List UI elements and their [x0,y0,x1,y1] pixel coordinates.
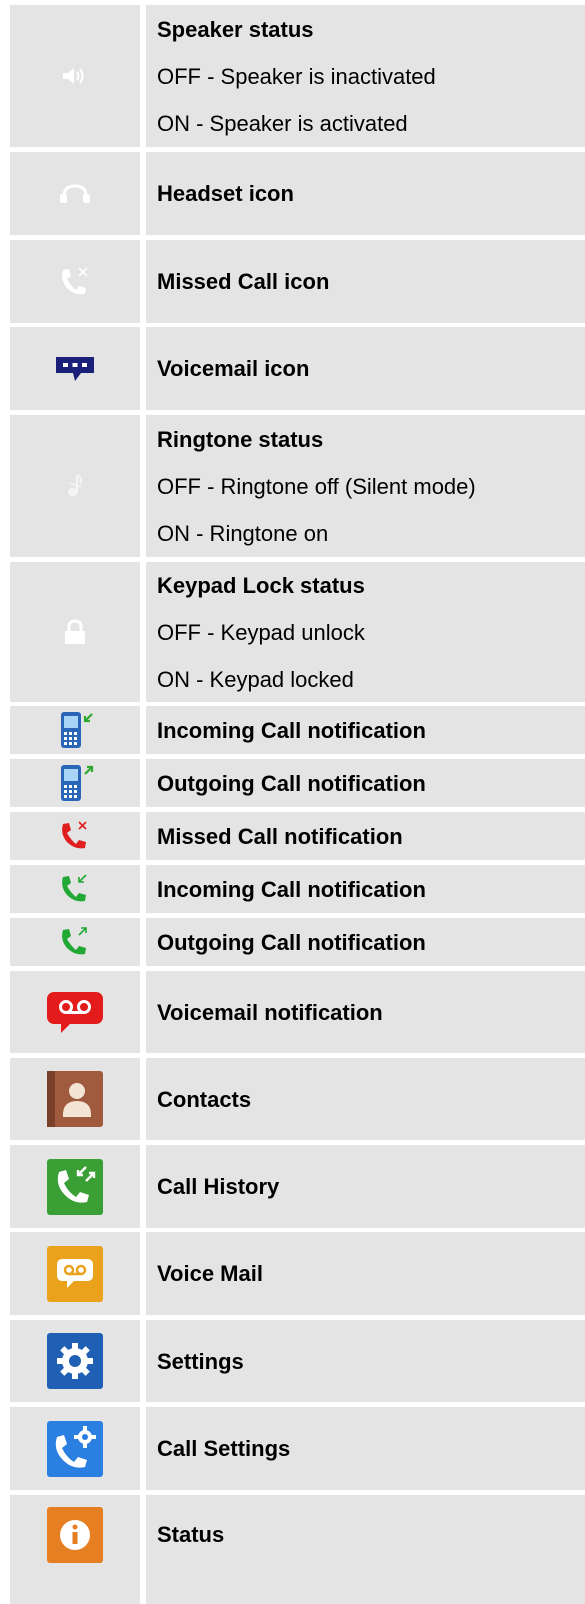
table-row: Incoming Call notification [10,865,585,913]
lock-icon [62,618,88,646]
call-settings-icon [46,1420,104,1478]
table-row: Status [10,1495,585,1604]
table-row: Keypad Lock status OFF - Keypad unlock O… [10,562,585,702]
table-row: Voicemail icon [10,327,585,410]
table-row: Speaker status OFF - Speaker is inactiva… [10,5,585,147]
call-history-icon [46,1158,104,1216]
phone-outgoing-icon [53,761,97,805]
row-title: Status [157,1522,225,1547]
row-line: OFF - Ringtone off (Silent mode) [157,473,476,499]
table-row: Outgoing Call notification [10,918,585,966]
row-title: Incoming Call notification [157,876,426,902]
table-row: Voice Mail [10,1232,585,1315]
contacts-icon [46,1070,104,1128]
voicemail-icon [53,354,97,384]
table-row: Call Settings [10,1407,585,1490]
row-title: Keypad Lock status [157,572,365,598]
status-icon [46,1506,104,1564]
row-title: Speaker status [157,16,314,42]
table-row: Settings [10,1320,585,1402]
outgoing-call-icon [55,924,95,960]
headset-icon [55,182,95,206]
voice-mail-icon [46,1245,104,1303]
ringtone-icon [63,471,87,501]
table-row: Headset icon [10,152,585,235]
row-line: ON - Keypad locked [157,666,354,692]
row-title: Missed Call icon [157,269,330,294]
row-title: Voicemail notification [157,999,383,1025]
speaker-icon [59,64,91,88]
missed-call-notification-icon [55,818,95,854]
row-title: Call Settings [157,1436,291,1461]
row-title: Settings [157,1348,244,1374]
row-title: Incoming Call notification [157,717,426,743]
phone-incoming-icon [53,708,97,752]
row-line: OFF - Keypad unlock [157,619,365,645]
row-title: Outgoing Call notification [157,770,426,796]
voicemail-notification-icon [45,988,105,1036]
row-line: OFF - Speaker is inactivated [157,63,436,89]
table-row: Outgoing Call notification [10,759,585,807]
table-row: Voicemail notification [10,971,585,1053]
missed-call-icon [55,264,95,300]
row-title: Call History [157,1174,280,1199]
row-title: Missed Call notification [157,823,403,849]
table-row: Missed Call icon [10,240,585,323]
table-row: Contacts [10,1058,585,1140]
row-line: ON - Ringtone on [157,520,329,546]
row-line: ON - Speaker is activated [157,110,408,136]
row-title: Ringtone status [157,426,324,452]
table-row: Incoming Call notification [10,706,585,754]
row-title: Voicemail icon [157,356,310,381]
settings-icon [46,1332,104,1390]
table-row: Ringtone status OFF - Ringtone off (Sile… [10,415,585,557]
row-title: Voice Mail [157,1261,263,1286]
row-title: Headset icon [157,181,294,206]
row-title: Outgoing Call notification [157,929,426,955]
table-row: Call History [10,1145,585,1228]
row-title: Contacts [157,1086,252,1112]
table-row: Missed Call notification [10,812,585,860]
incoming-call-icon [55,871,95,907]
